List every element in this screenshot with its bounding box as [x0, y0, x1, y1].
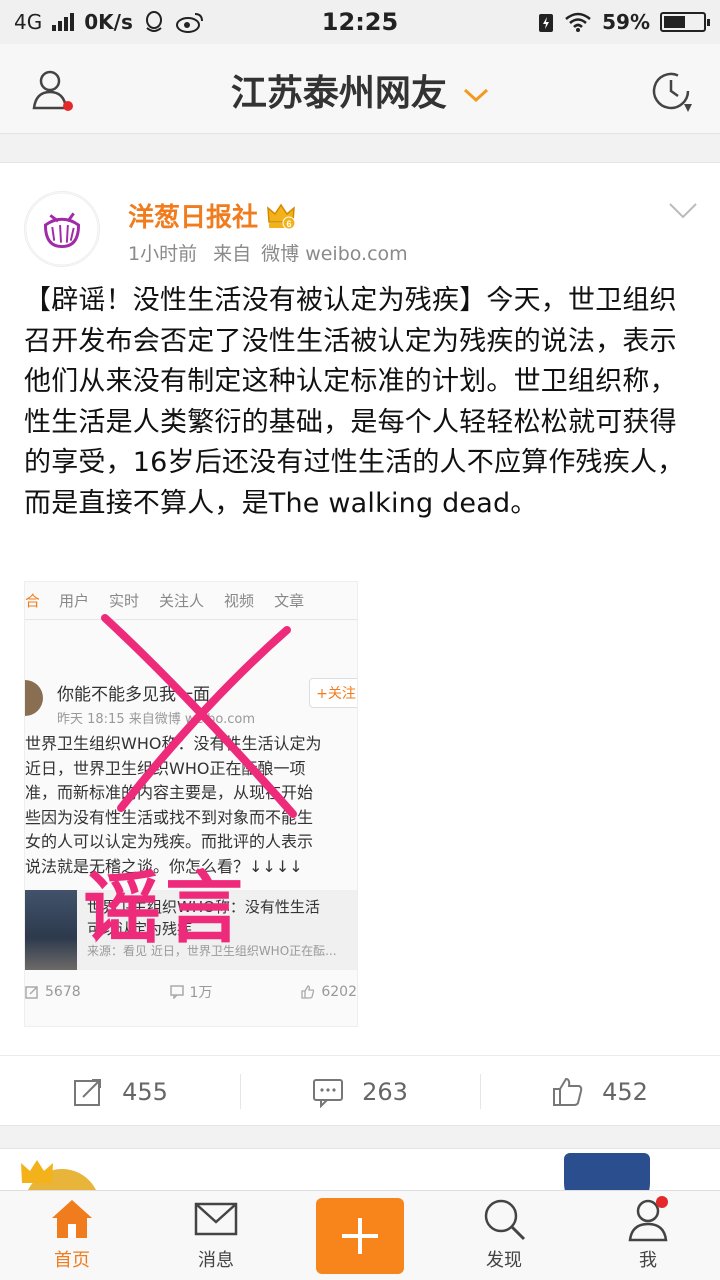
post-source: 微博 weibo.com — [261, 243, 408, 265]
comment-icon — [313, 1078, 344, 1108]
image-comment: 1万 — [169, 982, 213, 1002]
plus-icon — [342, 1218, 378, 1254]
tab-discover[interactable]: 发现 — [432, 1191, 576, 1280]
person-icon — [628, 1196, 668, 1242]
image-like: 6202 — [301, 982, 357, 1002]
repost-button[interactable]: 455 — [0, 1056, 240, 1127]
repost-count: 455 — [122, 1077, 168, 1106]
image-tab: 视频 — [224, 592, 255, 610]
comment-button[interactable]: 263 — [240, 1056, 480, 1127]
like-count: 452 — [602, 1077, 648, 1106]
image-body-line: 些因为没有性生活或找不到对象而不能生 — [25, 807, 314, 827]
status-bar: 4G 0K/s 12:25 59% — [0, 0, 720, 44]
post-action-bar: 455 263 452 — [0, 1055, 720, 1127]
image-tab: 关注人 — [159, 592, 205, 610]
wifi-icon — [565, 12, 591, 32]
post-card[interactable]: 洋葱日报社 6 1小时前 来自 微博 weibo.com 【辟谣！没性生活没有被认… — [0, 162, 720, 1126]
qq-icon — [145, 11, 162, 32]
like-button[interactable]: 452 — [480, 1056, 720, 1127]
chevron-down-icon — [455, 81, 489, 109]
image-repost-count: 5678 — [45, 984, 81, 1000]
image-avatar — [25, 680, 43, 716]
image-body: 世界卫生组织WHO称：没有性生活认定为 近日，世界卫生组织WHO正在酝酿一项 准… — [25, 732, 357, 879]
image-body-line: 世界卫生组织WHO称：没有性生活认定为 — [25, 734, 322, 753]
search-icon — [484, 1199, 526, 1241]
tab-me[interactable]: 我 — [576, 1191, 720, 1280]
group-selector[interactable]: 江苏泰州网友 — [0, 64, 720, 116]
signal-icon — [52, 13, 75, 31]
home-icon — [52, 1200, 92, 1238]
image-author: 你能不能多见我一面 — [57, 685, 210, 705]
network-type: 4G — [14, 10, 43, 34]
chevron-down-icon[interactable] — [668, 201, 698, 221]
compose-button[interactable] — [316, 1198, 404, 1274]
post-text: 【辟谣！没性生活没有被认定为残疾】今天，世卫组织召开发布会否定了没性生活被认定为… — [24, 285, 685, 519]
image-tabs: 合 用户 实时 关注人 视频 文章 — [25, 582, 357, 620]
post-image[interactable]: 合 用户 实时 关注人 视频 文章 你能不能多见我一面 +关注 昨天 18:15… — [24, 581, 358, 1027]
thumbs-up-icon — [553, 1077, 583, 1106]
weibo-icon — [175, 13, 203, 33]
image-repost: 5678 — [25, 982, 81, 1002]
author-name: 洋葱日报社 — [128, 203, 259, 233]
image-tab: 文章 — [274, 592, 305, 610]
refresh-icon[interactable] — [648, 68, 694, 114]
top-header: 江苏泰州网友 — [0, 44, 720, 134]
vip-crown-icon — [21, 1160, 53, 1183]
image-tab: 用户 — [59, 592, 90, 610]
post-time: 1小时前 — [128, 243, 198, 265]
vip-crown-icon: 6 — [267, 203, 296, 229]
tab-home[interactable]: 首页 — [0, 1191, 144, 1280]
battery-percent: 59% — [602, 10, 650, 34]
image-quote-thumbnail — [25, 890, 77, 970]
post-meta: 1小时前 来自 微博 weibo.com — [128, 239, 418, 266]
tab-discover-label: 发现 — [486, 1250, 522, 1271]
repost-icon — [74, 1078, 102, 1106]
tab-me-label: 我 — [639, 1250, 657, 1271]
image-tab: 实时 — [109, 592, 140, 610]
image-tab: 合 — [25, 592, 39, 610]
image-body-line: 准，而新标准的内容主要是，从现在开始 — [25, 783, 314, 802]
image-follow-button: +关注 — [309, 678, 357, 708]
tab-messages-label: 消息 — [198, 1250, 234, 1271]
mail-icon — [194, 1202, 238, 1236]
image-meta: 昨天 18:15 来自微博 weibo.com — [57, 712, 255, 727]
page-title: 江苏泰州网友 — [230, 73, 447, 114]
post-source-prefix: 来自 — [213, 243, 252, 265]
network-speed: 0K/s — [84, 10, 133, 34]
rumor-stamp: 谣言 — [83, 864, 248, 954]
image-body-line: 女的人可以认定为残疾。而批评的人表示 — [25, 832, 314, 851]
tab-home-label: 首页 — [54, 1250, 90, 1271]
image-actions: 5678 1万 6202 — [25, 982, 357, 1002]
avatar[interactable] — [24, 191, 100, 267]
battery-saver-icon — [539, 14, 554, 32]
battery-icon — [660, 12, 710, 32]
image-like-count: 6202 — [321, 984, 357, 1000]
author-name-row[interactable]: 洋葱日报社 6 — [128, 197, 296, 234]
svg-text:6: 6 — [287, 219, 292, 229]
image-comment-count: 1万 — [189, 985, 213, 1001]
tab-messages[interactable]: 消息 — [144, 1191, 288, 1280]
comment-count: 263 — [362, 1077, 408, 1106]
image-body-line: 近日，世界卫生组织WHO正在酝酿一项 — [25, 758, 306, 778]
